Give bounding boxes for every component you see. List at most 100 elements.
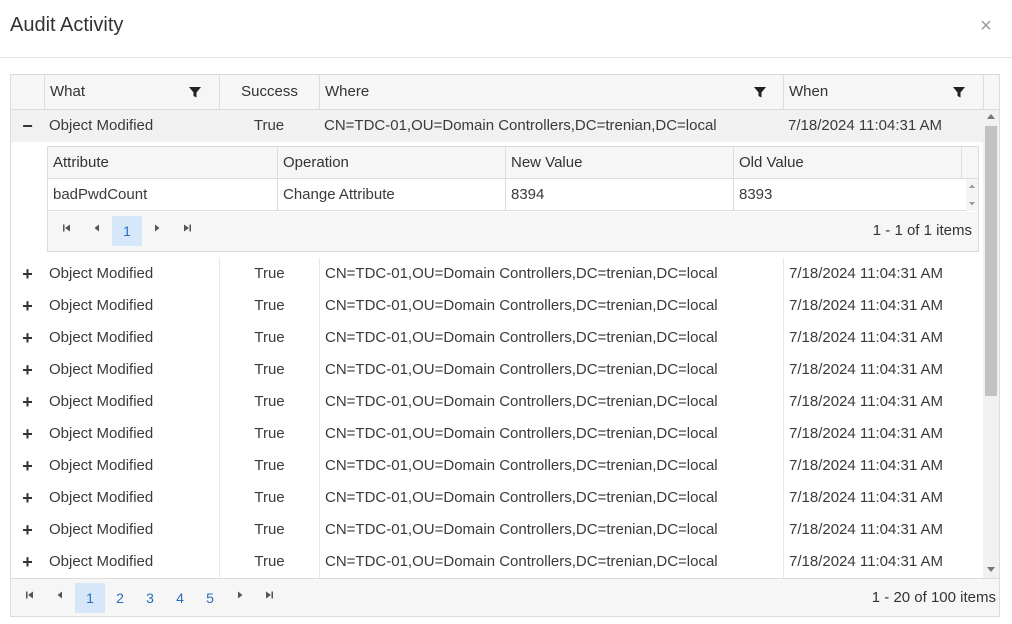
cell-when: 7/18/2024 11:04:31 AM	[783, 258, 983, 290]
cell-where: CN=TDC-01,OU=Domain Controllers,DC=treni…	[324, 117, 717, 134]
page-last-glyph	[266, 591, 273, 599]
scroll-down-glyph	[987, 567, 995, 572]
filter-icon[interactable]	[753, 85, 767, 99]
cell-when: 7/18/2024 11:04:31 AM	[783, 354, 983, 386]
expand-toggle[interactable]: +	[11, 354, 44, 386]
cell-success: True	[219, 450, 319, 482]
page-first-icon[interactable]	[52, 216, 82, 246]
page-last-icon[interactable]	[172, 216, 202, 246]
detail-cell-attribute: badPwdCount	[53, 186, 148, 203]
detail-header-old-value[interactable]: Old Value	[733, 147, 961, 179]
page-prev-glyph	[57, 591, 62, 599]
detail-header-new-value[interactable]: New Value	[505, 147, 733, 179]
scroll-up-icon[interactable]	[983, 110, 999, 124]
expand-toggle[interactable]: +	[11, 418, 44, 450]
expand-toggle[interactable]: +	[11, 482, 44, 514]
grid-pager: 1 2 3 4 5 1 - 20 of 100 items	[11, 578, 999, 616]
filter-icon[interactable]	[188, 85, 202, 99]
cell-success: True	[219, 258, 319, 290]
cell-success: True	[219, 386, 319, 418]
cell-when: 7/18/2024 11:04:31 AM	[783, 450, 983, 482]
page-next-glyph	[238, 591, 243, 599]
cell-success: True	[253, 117, 285, 134]
column-header-what-label: What	[50, 83, 86, 100]
column-header-what[interactable]: What	[44, 75, 219, 109]
cell-success: True	[219, 546, 319, 578]
audit-grid: What Success Where When − Object Modifie	[10, 74, 1000, 617]
table-row[interactable]: + Object Modified True CN=TDC-01,OU=Domain …	[11, 482, 983, 514]
cell-where: CN=TDC-01,OU=Domain Controllers,DC=treni…	[319, 418, 783, 450]
cell-when: 7/18/2024 11:04:31 AM	[788, 117, 943, 134]
table-row[interactable]: + Object Modified True CN=TDC-01,OU=Domain …	[11, 450, 983, 482]
cell-what: Object Modified	[49, 553, 154, 570]
detail-header-attribute[interactable]: Attribute	[48, 147, 277, 179]
detail-header-operation[interactable]: Operation	[277, 147, 505, 179]
scrollbar-thumb[interactable]	[985, 126, 997, 396]
table-row[interactable]: + Object Modified True CN=TDC-01,OU=Domain …	[11, 258, 983, 290]
page-number-4[interactable]: 4	[165, 583, 195, 613]
expand-toggle[interactable]: +	[11, 386, 44, 418]
cell-what: Object Modified	[49, 425, 154, 442]
column-header-success[interactable]: Success	[219, 75, 319, 109]
page-prev-icon[interactable]	[82, 216, 112, 246]
detail-page-1[interactable]: 1	[112, 216, 142, 246]
grid-body: − Object Modified True CN=TDC-01,OU=Doma…	[11, 110, 983, 578]
page-number-5[interactable]: 5	[195, 583, 225, 613]
cell-where: CN=TDC-01,OU=Domain Controllers,DC=treni…	[319, 322, 783, 354]
cell-when: 7/18/2024 11:04:31 AM	[783, 322, 983, 354]
cell-when: 7/18/2024 11:04:31 AM	[783, 482, 983, 514]
scroll-down-icon[interactable]	[983, 564, 999, 578]
page-next-icon[interactable]	[225, 583, 255, 613]
expand-toggle[interactable]: +	[11, 514, 44, 546]
grid-header: What Success Where When	[11, 75, 999, 110]
detail-scrollbar[interactable]	[966, 179, 978, 211]
dialog-header: Audit Activity ×	[0, 0, 1012, 58]
vertical-scrollbar[interactable]	[983, 110, 999, 578]
cell-when: 7/18/2024 11:04:31 AM	[783, 418, 983, 450]
expand-toggle[interactable]: +	[11, 290, 44, 322]
column-header-success-label: Success	[241, 83, 298, 100]
page-number-1[interactable]: 1	[75, 583, 105, 613]
scroll-up-glyph	[987, 114, 995, 119]
cell-what: Object Modified	[49, 329, 154, 346]
cell-where: CN=TDC-01,OU=Domain Controllers,DC=treni…	[319, 514, 783, 546]
table-row[interactable]: + Object Modified True CN=TDC-01,OU=Domain …	[11, 514, 983, 546]
page-prev-icon[interactable]	[45, 583, 75, 613]
cell-where: CN=TDC-01,OU=Domain Controllers,DC=treni…	[319, 546, 783, 578]
page-number-3[interactable]: 3	[135, 583, 165, 613]
page-first-icon[interactable]	[15, 583, 45, 613]
cell-what: Object Modified	[49, 117, 154, 134]
table-row[interactable]: + Object Modified True CN=TDC-01,OU=Domain …	[11, 386, 983, 418]
expand-toggle[interactable]: +	[11, 322, 44, 354]
table-row[interactable]: + Object Modified True CN=TDC-01,OU=Domain …	[11, 290, 983, 322]
detail-table-row[interactable]: badPwdCount Change Attribute 8394 8393	[48, 179, 966, 211]
pager-info: 1 - 20 of 100 items	[871, 589, 996, 606]
cell-what: Object Modified	[49, 521, 154, 538]
filter-icon[interactable]	[952, 85, 966, 99]
page-number-2[interactable]: 2	[105, 583, 135, 613]
expand-toggle[interactable]: +	[11, 450, 44, 482]
cell-when: 7/18/2024 11:04:31 AM	[783, 546, 983, 578]
detail-cell-operation: Change Attribute	[277, 179, 505, 211]
cell-where: CN=TDC-01,OU=Domain Controllers,DC=treni…	[319, 258, 783, 290]
column-header-when[interactable]: When	[783, 75, 983, 109]
cell-where: CN=TDC-01,OU=Domain Controllers,DC=treni…	[319, 482, 783, 514]
cell-where: CN=TDC-01,OU=Domain Controllers,DC=treni…	[319, 386, 783, 418]
cell-what: Object Modified	[49, 361, 154, 378]
column-header-where-label: Where	[325, 83, 370, 100]
table-row[interactable]: + Object Modified True CN=TDC-01,OU=Domain …	[11, 546, 983, 578]
page-last-icon[interactable]	[254, 583, 284, 613]
table-row[interactable]: + Object Modified True CN=TDC-01,OU=Domain …	[11, 418, 983, 450]
column-header-where[interactable]: Where	[319, 75, 783, 109]
close-button[interactable]: ×	[978, 14, 994, 38]
collapse-toggle[interactable]: −	[11, 110, 44, 142]
page-next-glyph	[155, 224, 160, 232]
expand-toggle[interactable]: +	[11, 258, 44, 290]
table-row[interactable]: + Object Modified True CN=TDC-01,OU=Domain …	[11, 354, 983, 386]
table-row[interactable]: + Object Modified True CN=TDC-01,OU=Domain …	[11, 322, 983, 354]
table-row-expanded[interactable]: − Object Modified True CN=TDC-01,OU=Doma…	[11, 110, 983, 142]
cell-what: Object Modified	[49, 393, 154, 410]
cell-success: True	[219, 322, 319, 354]
page-next-icon[interactable]	[142, 216, 172, 246]
expand-toggle[interactable]: +	[11, 546, 44, 578]
